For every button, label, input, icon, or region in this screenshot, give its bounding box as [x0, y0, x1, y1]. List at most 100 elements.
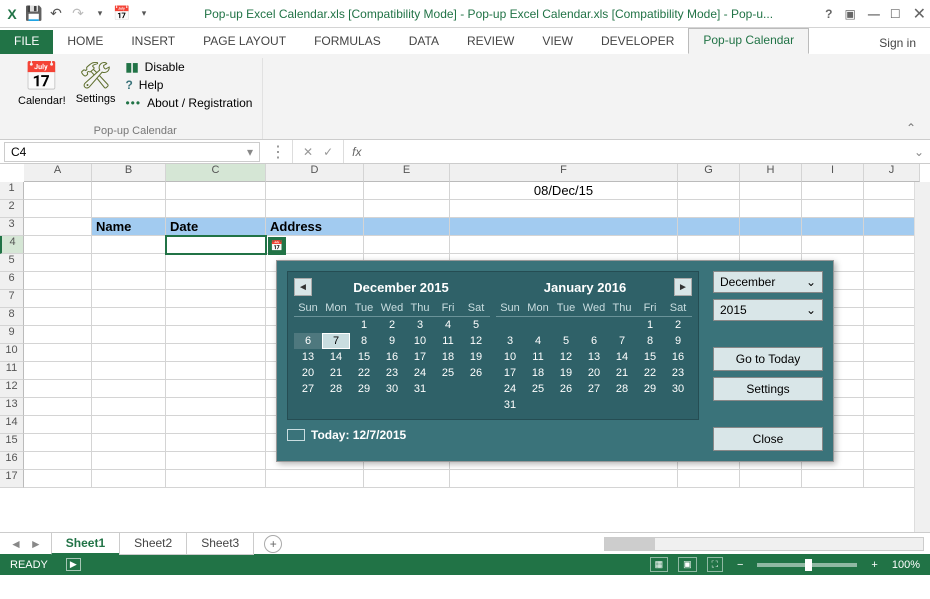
sign-in-link[interactable]: Sign in — [865, 32, 930, 54]
name-box[interactable]: C4▾ — [4, 142, 260, 162]
cell-A15[interactable] — [24, 434, 92, 452]
cell-C15[interactable] — [166, 434, 266, 452]
cell-A5[interactable] — [24, 254, 92, 272]
close-button[interactable]: Close — [713, 427, 823, 451]
col-head-G[interactable]: G — [678, 164, 740, 182]
day-cell[interactable]: 30 — [378, 381, 406, 397]
day-cell[interactable]: 7 — [608, 333, 636, 349]
row-head-2[interactable]: 2 — [0, 200, 24, 218]
enter-icon[interactable]: ✓ — [323, 145, 333, 159]
day-cell[interactable]: 31 — [406, 381, 434, 397]
add-sheet-button[interactable]: + — [264, 535, 282, 553]
cell-E1[interactable] — [364, 182, 450, 200]
day-cell[interactable]: 24 — [496, 381, 524, 397]
day-cell[interactable]: 31 — [496, 397, 524, 413]
zoom-slider[interactable] — [757, 563, 857, 567]
day-cell[interactable]: 4 — [434, 317, 462, 333]
cell-C9[interactable] — [166, 326, 266, 344]
day-cell[interactable]: 13 — [580, 349, 608, 365]
cell-A6[interactable] — [24, 272, 92, 290]
cell-I4[interactable] — [802, 236, 864, 254]
row-head-9[interactable]: 9 — [0, 326, 24, 344]
cell-G3[interactable] — [678, 218, 740, 236]
day-cell[interactable]: 18 — [434, 349, 462, 365]
macro-record-icon[interactable]: ▶ — [66, 558, 81, 571]
cell-B3[interactable]: Name — [92, 218, 166, 236]
cell-C7[interactable] — [166, 290, 266, 308]
day-cell[interactable]: 23 — [664, 365, 692, 381]
cell-H2[interactable] — [740, 200, 802, 218]
row-head-15[interactable]: 15 — [0, 434, 24, 452]
calendar-qat-icon[interactable]: 📅 — [114, 6, 130, 22]
cell-E17[interactable] — [364, 470, 450, 488]
row-head-13[interactable]: 13 — [0, 398, 24, 416]
cell-B15[interactable] — [92, 434, 166, 452]
formula-input[interactable] — [369, 142, 907, 162]
qat-dropdown-icon[interactable]: ▾ — [92, 6, 108, 22]
cell-F1[interactable]: 08/Dec/15 — [450, 182, 678, 200]
day-cell[interactable]: 16 — [664, 349, 692, 365]
cell-G2[interactable] — [678, 200, 740, 218]
row-head-1[interactable]: 1 — [0, 182, 24, 200]
cell-A17[interactable] — [24, 470, 92, 488]
day-cell[interactable]: 29 — [636, 381, 664, 397]
day-cell[interactable]: 1 — [636, 317, 664, 333]
day-cell[interactable]: 27 — [580, 381, 608, 397]
collapse-ribbon-icon[interactable]: ⌃ — [900, 121, 922, 139]
tab-popup-calendar[interactable]: Pop-up Calendar — [688, 28, 809, 54]
calendar-settings-button[interactable]: Settings — [713, 377, 823, 401]
cell-D17[interactable] — [266, 470, 364, 488]
day-cell[interactable]: 9 — [378, 333, 406, 349]
tab-review[interactable]: REVIEW — [453, 30, 528, 54]
cell-C5[interactable] — [166, 254, 266, 272]
sheet-nav-next-icon[interactable]: ► — [30, 537, 42, 551]
cell-A13[interactable] — [24, 398, 92, 416]
tab-file[interactable]: FILE — [0, 30, 53, 54]
qat-dropdown2-icon[interactable]: ▾ — [136, 6, 152, 22]
day-cell[interactable]: 26 — [552, 381, 580, 397]
cell-H3[interactable] — [740, 218, 802, 236]
row-head-3[interactable]: 3 — [0, 218, 24, 236]
cell-C11[interactable] — [166, 362, 266, 380]
col-head-E[interactable]: E — [364, 164, 450, 182]
day-cell[interactable]: 12 — [552, 349, 580, 365]
cell-J2[interactable] — [864, 200, 920, 218]
prev-month-button[interactable]: ◄ — [294, 278, 312, 296]
calendar-popup-trigger[interactable]: 📅 — [268, 237, 286, 255]
day-cell[interactable]: 17 — [496, 365, 524, 381]
day-cell[interactable]: 11 — [434, 333, 462, 349]
day-cell[interactable]: 22 — [636, 365, 664, 381]
cell-I3[interactable] — [802, 218, 864, 236]
cell-A1[interactable] — [24, 182, 92, 200]
day-cell[interactable]: 28 — [608, 381, 636, 397]
cell-J16[interactable] — [864, 452, 920, 470]
day-cell[interactable]: 8 — [350, 333, 378, 349]
cell-F4[interactable] — [450, 236, 678, 254]
undo-icon[interactable]: ↶ — [48, 6, 64, 22]
col-head-H[interactable]: H — [740, 164, 802, 182]
cell-B4[interactable] — [92, 236, 166, 254]
day-cell[interactable]: 14 — [322, 349, 350, 365]
day-cell[interactable]: 21 — [608, 365, 636, 381]
day-cell[interactable]: 14 — [608, 349, 636, 365]
cell-B2[interactable] — [92, 200, 166, 218]
cell-A7[interactable] — [24, 290, 92, 308]
redo-icon[interactable]: ↷ — [70, 6, 86, 22]
cell-A9[interactable] — [24, 326, 92, 344]
day-cell[interactable]: 2 — [664, 317, 692, 333]
cell-C10[interactable] — [166, 344, 266, 362]
cell-I17[interactable] — [802, 470, 864, 488]
go-to-today-button[interactable]: Go to Today — [713, 347, 823, 371]
row-head-8[interactable]: 8 — [0, 308, 24, 326]
cell-H1[interactable] — [740, 182, 802, 200]
day-cell[interactable]: 25 — [524, 381, 552, 397]
sheet-nav-prev-icon[interactable]: ◄ — [10, 537, 22, 551]
cell-J4[interactable] — [864, 236, 920, 254]
cell-J10[interactable] — [864, 344, 920, 362]
col-head-C[interactable]: C — [166, 164, 266, 182]
cell-C3[interactable]: Date — [166, 218, 266, 236]
day-cell[interactable]: 7 — [322, 333, 350, 349]
day-cell[interactable]: 16 — [378, 349, 406, 365]
day-cell[interactable]: 6 — [294, 333, 322, 349]
cell-B16[interactable] — [92, 452, 166, 470]
